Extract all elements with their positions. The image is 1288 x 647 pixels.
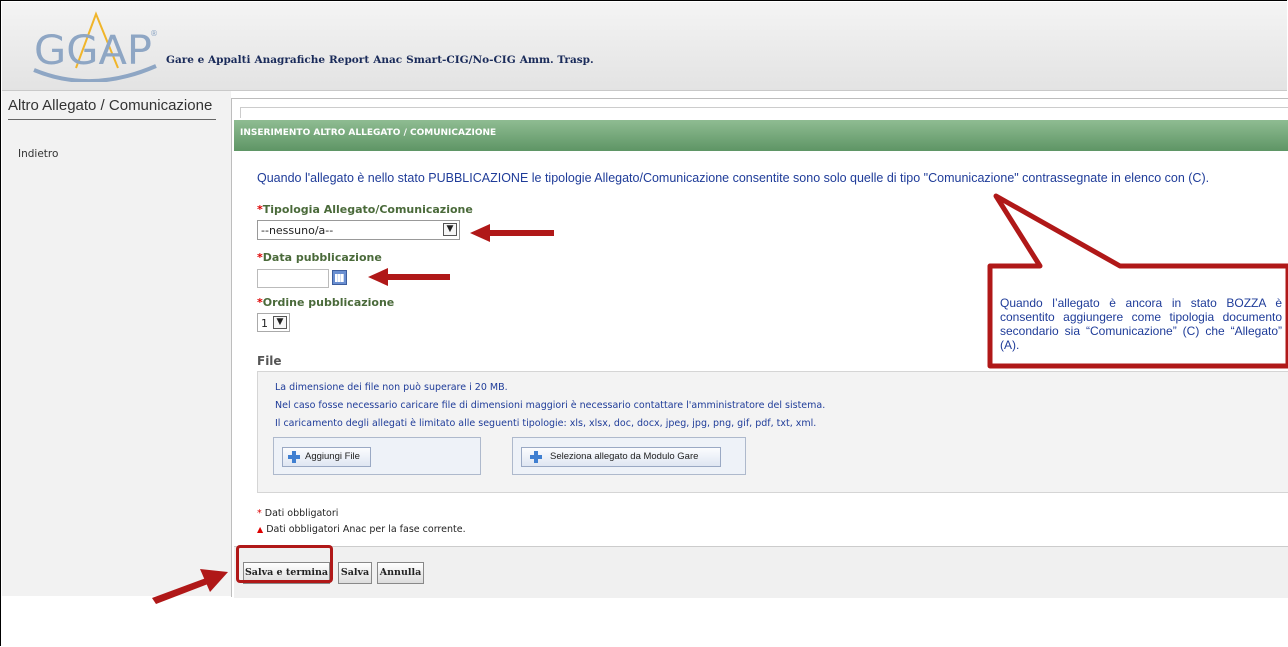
file-types-note: Il caricamento degli allegati è limitato… (275, 418, 817, 429)
add-file-area: Aggiungi File (273, 437, 481, 475)
plus-icon (530, 451, 542, 463)
nav-anac[interactable]: Anac (373, 54, 402, 66)
chevron-down-icon: ▼ (273, 316, 287, 329)
nav-report[interactable]: Report (329, 54, 369, 66)
panel-inner-border (240, 107, 1288, 118)
app-header: GGAP ® Gare e Appalti Anagrafiche Report… (2, 2, 1287, 91)
anac-legend: ▲ Dati obbligatori Anac per la fase corr… (257, 524, 466, 535)
svg-text:GGAP: GGAP (34, 28, 152, 74)
add-file-button[interactable]: Aggiungi File (282, 447, 371, 467)
nav-anagrafiche[interactable]: Anagrafiche (254, 54, 325, 66)
ggap-logo: GGAP ® (33, 11, 158, 82)
chevron-down-icon: ▼ (443, 223, 457, 236)
save-close-highlight (236, 545, 333, 583)
data-pubblicazione-input[interactable] (257, 269, 329, 288)
data-pubblicazione-label: *Data pubblicazione (257, 251, 382, 264)
ordine-pubblicazione-label: *Ordine pubblicazione (257, 296, 395, 309)
callout-text: Quando l’allegato è ancora in stato BOZZ… (1000, 296, 1282, 352)
tipologia-select[interactable]: --nessuno/a-- ▼ (257, 220, 460, 240)
tipologia-label: *Tipologia Allegato/Comunicazione (257, 203, 473, 216)
calendar-icon[interactable] (332, 270, 347, 285)
main-nav: Gare e Appalti Anagrafiche Report Anac S… (166, 54, 594, 66)
nav-gare-appalti[interactable]: Gare e Appalti (166, 54, 250, 66)
required-legend: * Dati obbligatori (257, 508, 339, 519)
file-contact-note: Nel caso fosse necessario caricare file … (275, 400, 826, 411)
sidebar-title: Altro Allegato / Comunicazione (8, 97, 216, 120)
plus-icon (288, 451, 300, 463)
form-footer: Salva e termina Salva Annulla (234, 546, 1288, 598)
file-section-title: File (257, 354, 282, 368)
svg-text:®: ® (150, 29, 158, 38)
save-button[interactable]: Salva (338, 562, 372, 584)
file-size-note: La dimensione dei file non può superare … (275, 382, 508, 393)
section-header: INSERIMENTO ALTRO ALLEGATO / COMUNICAZIO… (234, 120, 1288, 151)
nav-smart-cig[interactable]: Smart-CIG/No-CIG (406, 54, 516, 66)
sidebar: Altro Allegato / Comunicazione Indietro (2, 91, 231, 596)
nav-amm-trasp[interactable]: Amm. Trasp. (520, 54, 594, 66)
cancel-button[interactable]: Annulla (377, 562, 424, 584)
back-link[interactable]: Indietro (18, 148, 58, 160)
ordine-select[interactable]: 1 ▼ (257, 313, 290, 332)
publication-notice: Quando l'allegato è nello stato PUBBLICA… (257, 171, 1210, 185)
select-attachment-button[interactable]: Seleziona allegato da Modulo Gare (521, 447, 721, 467)
select-attachment-area: Seleziona allegato da Modulo Gare (512, 437, 746, 475)
triangle-icon: ▲ (257, 525, 264, 534)
